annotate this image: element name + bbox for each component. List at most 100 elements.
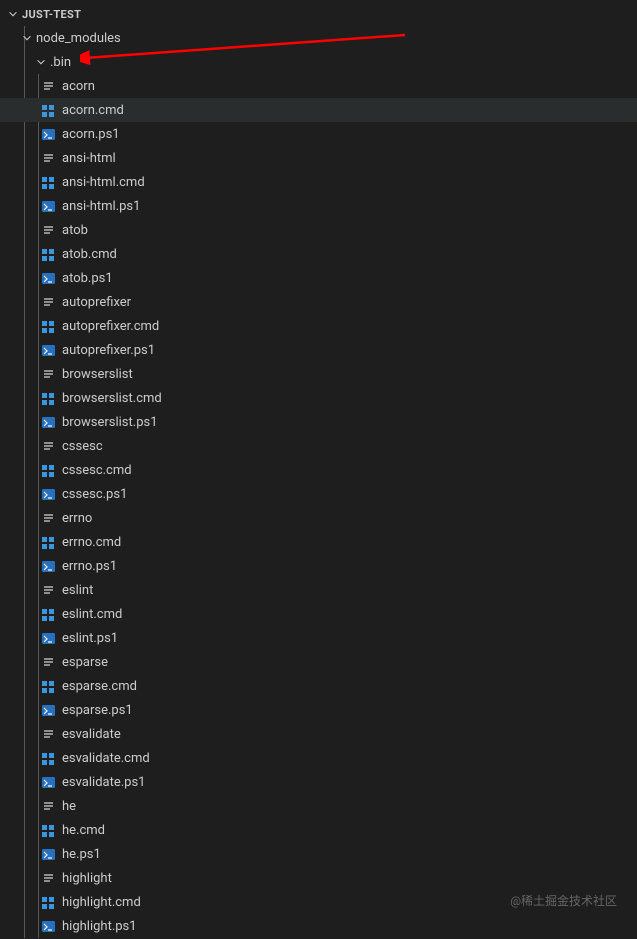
file-label: atob.ps1 [62, 271, 113, 286]
file-item[interactable]: esparse.cmd [0, 674, 637, 698]
powershell-icon [40, 918, 56, 934]
file-item[interactable]: esvalidate.cmd [0, 746, 637, 770]
powershell-icon [40, 126, 56, 142]
file-label: acorn.ps1 [62, 127, 120, 142]
file-label: highlight.cmd [62, 895, 141, 910]
file-label: cssesc.ps1 [62, 487, 127, 502]
file-text-icon [40, 222, 56, 238]
file-text-icon [40, 654, 56, 670]
file-item[interactable]: autoprefixer.ps1 [0, 338, 637, 362]
file-item[interactable]: errno.ps1 [0, 554, 637, 578]
file-label: errno.ps1 [62, 559, 117, 574]
tree-root[interactable]: JUST-TEST [0, 2, 637, 26]
windows-cmd-icon [40, 606, 56, 622]
powershell-icon [40, 198, 56, 214]
file-label: cssesc.cmd [62, 463, 132, 478]
file-label: he.cmd [62, 823, 105, 838]
file-item[interactable]: esvalidate.ps1 [0, 770, 637, 794]
file-text-icon [40, 726, 56, 742]
file-text-icon [40, 294, 56, 310]
file-label: highlight [62, 871, 112, 886]
chevron-down-icon [20, 31, 34, 45]
file-label: atob.cmd [62, 247, 117, 262]
file-label: esvalidate.cmd [62, 751, 150, 766]
file-item[interactable]: he.ps1 [0, 842, 637, 866]
file-label: esvalidate.ps1 [62, 775, 146, 790]
windows-cmd-icon [40, 534, 56, 550]
powershell-icon [40, 702, 56, 718]
powershell-icon [40, 846, 56, 862]
file-item[interactable]: esvalidate [0, 722, 637, 746]
chevron-down-icon [34, 55, 48, 69]
file-item[interactable]: highlight.ps1 [0, 914, 637, 938]
file-item[interactable]: browserslist.cmd [0, 386, 637, 410]
file-label: cssesc [62, 439, 103, 454]
windows-cmd-icon [40, 174, 56, 190]
file-text-icon [40, 870, 56, 886]
file-label: errno [62, 511, 92, 526]
file-label: ansi-html.ps1 [62, 199, 140, 214]
file-item[interactable]: atob [0, 218, 637, 242]
folder-bin[interactable]: .bin [0, 50, 637, 74]
file-item[interactable]: highlight [0, 866, 637, 890]
file-label: errno.cmd [62, 535, 121, 550]
file-item[interactable]: acorn.ps1 [0, 122, 637, 146]
file-text-icon [40, 798, 56, 814]
file-item[interactable]: esparse [0, 650, 637, 674]
file-label: eslint [62, 583, 93, 598]
file-label: browserslist [62, 367, 133, 382]
file-item[interactable]: eslint.cmd [0, 602, 637, 626]
powershell-icon [40, 774, 56, 790]
file-item[interactable]: errno [0, 506, 637, 530]
file-item[interactable]: acorn.cmd [0, 98, 637, 122]
file-label: ansi-html [62, 151, 116, 166]
windows-cmd-icon [40, 390, 56, 406]
powershell-icon [40, 342, 56, 358]
file-item[interactable]: ansi-html.ps1 [0, 194, 637, 218]
file-label: atob [62, 223, 88, 238]
file-label: highlight.ps1 [62, 919, 137, 934]
windows-cmd-icon [40, 822, 56, 838]
file-item[interactable]: autoprefixer.cmd [0, 314, 637, 338]
file-label: eslint.ps1 [62, 631, 118, 646]
file-item[interactable]: eslint [0, 578, 637, 602]
file-item[interactable]: atob.ps1 [0, 266, 637, 290]
file-item[interactable]: browserslist.ps1 [0, 410, 637, 434]
file-item[interactable]: esparse.ps1 [0, 698, 637, 722]
windows-cmd-icon [40, 246, 56, 262]
folder-node-modules[interactable]: node_modules [0, 26, 637, 50]
file-item[interactable]: cssesc.ps1 [0, 482, 637, 506]
windows-cmd-icon [40, 678, 56, 694]
powershell-icon [40, 486, 56, 502]
file-label: eslint.cmd [62, 607, 122, 622]
file-item[interactable]: atob.cmd [0, 242, 637, 266]
windows-cmd-icon [40, 894, 56, 910]
powershell-icon [40, 270, 56, 286]
watermark-text: @稀土掘金技术社区 [510, 892, 617, 909]
file-label: acorn.cmd [62, 103, 124, 118]
file-item[interactable]: cssesc.cmd [0, 458, 637, 482]
powershell-icon [40, 414, 56, 430]
file-item[interactable]: browserslist [0, 362, 637, 386]
file-label: autoprefixer.cmd [62, 319, 159, 334]
file-item[interactable]: he [0, 794, 637, 818]
file-item[interactable]: autoprefixer [0, 290, 637, 314]
file-label: ansi-html.cmd [62, 175, 145, 190]
file-explorer-tree: JUST-TEST node_modules .bin acorn acorn.c… [0, 0, 637, 938]
file-item[interactable]: errno.cmd [0, 530, 637, 554]
file-item[interactable]: ansi-html.cmd [0, 170, 637, 194]
file-label: browserslist.cmd [62, 391, 162, 406]
file-label: he.ps1 [62, 847, 101, 862]
file-item[interactable]: he.cmd [0, 818, 637, 842]
powershell-icon [40, 558, 56, 574]
file-label: autoprefixer.ps1 [62, 343, 155, 358]
file-item[interactable]: eslint.ps1 [0, 626, 637, 650]
file-text-icon [40, 582, 56, 598]
windows-cmd-icon [40, 462, 56, 478]
file-text-icon [40, 150, 56, 166]
file-item[interactable]: acorn [0, 74, 637, 98]
file-text-icon [40, 366, 56, 382]
file-item[interactable]: cssesc [0, 434, 637, 458]
file-item[interactable]: ansi-html [0, 146, 637, 170]
file-label: esparse.ps1 [62, 703, 133, 718]
